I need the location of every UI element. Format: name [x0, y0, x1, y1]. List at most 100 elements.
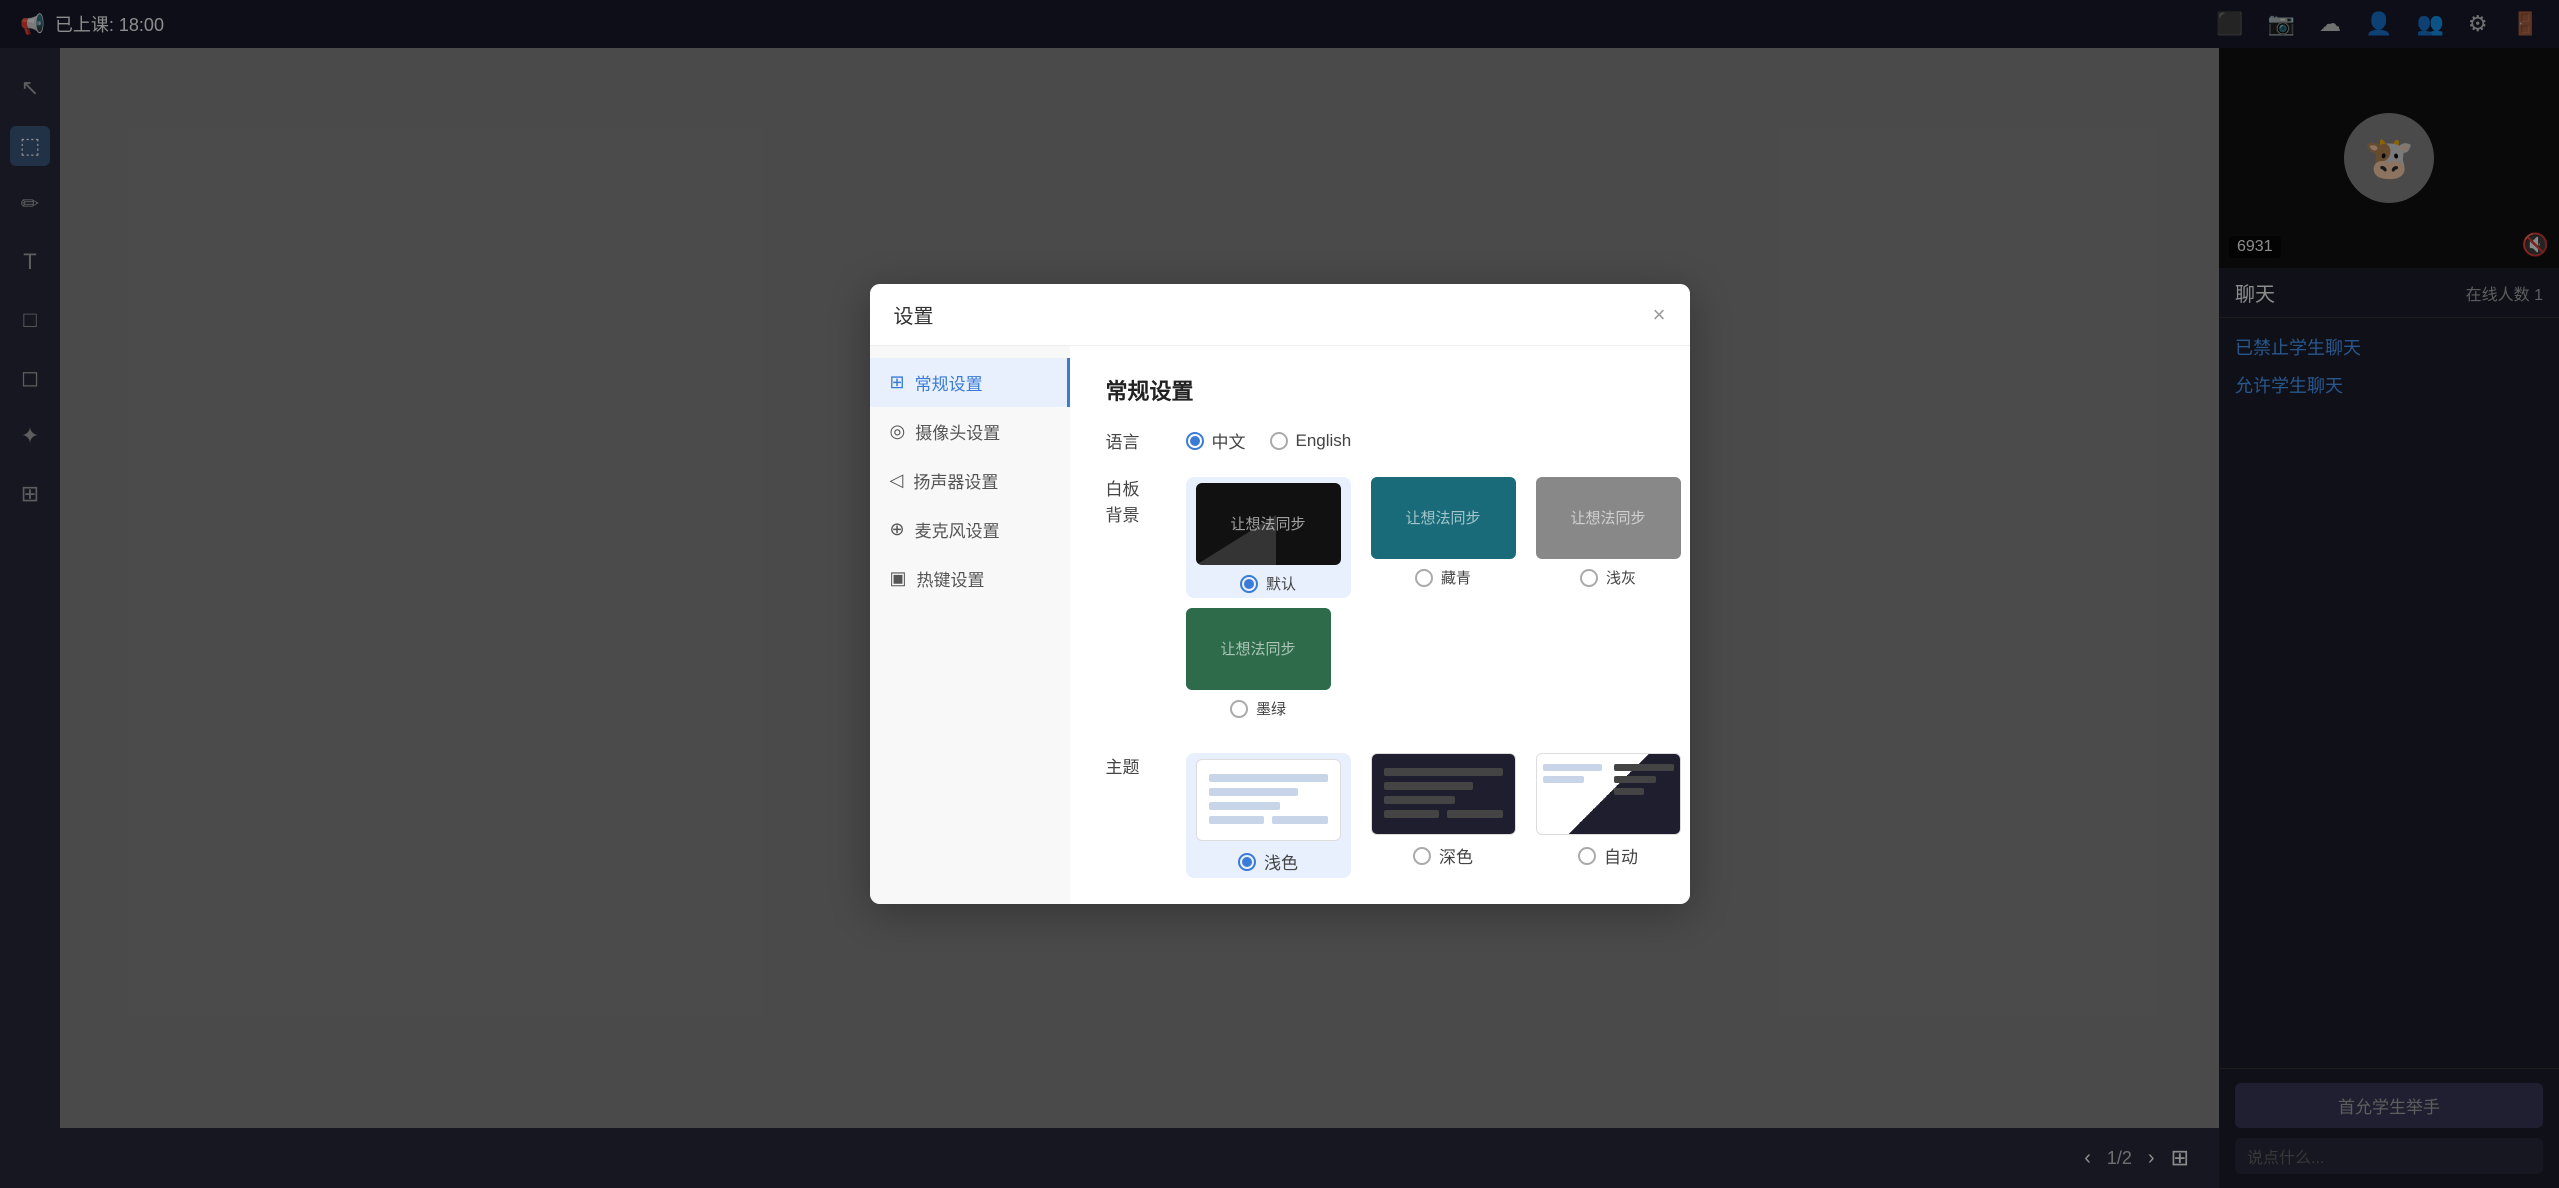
theme-line-pair-dark — [1384, 810, 1503, 818]
theme-lines-dark — [1372, 754, 1515, 832]
sidebar-label-camera: 摄像头设置 — [915, 419, 1000, 444]
sidebar-item-camera[interactable]: ◎ 摄像头设置 — [870, 407, 1070, 456]
theme-preview-auto — [1536, 753, 1681, 835]
general-icon: ⊞ — [890, 372, 905, 393]
language-en-radio[interactable] — [1270, 432, 1288, 450]
auto-line-1 — [1543, 764, 1603, 771]
theme-label-dark: 深色 — [1439, 843, 1473, 868]
bg-preview-lightgray-text: 让想法同步 — [1570, 508, 1645, 529]
language-en-label: English — [1296, 431, 1352, 451]
bg-label-green: 墨绿 — [1230, 698, 1286, 719]
modal-title: 设置 — [894, 300, 934, 329]
bg-radio-teal — [1415, 569, 1433, 587]
bg-preview-default-text: 让想法同步 — [1230, 514, 1305, 535]
language-en-option[interactable]: English — [1270, 431, 1352, 451]
speaker-icon: ◁ — [890, 470, 904, 491]
theme-line-pair — [1209, 816, 1328, 824]
auto-line-3 — [1614, 764, 1674, 771]
whiteboard-bg-row: 白板 背景 让想法同步 默认 — [1106, 477, 1654, 729]
theme-line-4b — [1272, 816, 1328, 824]
theme-line-d4b — [1447, 810, 1503, 818]
language-radio-group: 中文 English — [1186, 428, 1352, 453]
bg-radio-default — [1240, 575, 1258, 593]
modal-content: 常规设置 语言 中文 English — [1070, 346, 1690, 904]
language-setting-row: 语言 中文 English — [1106, 428, 1654, 453]
sidebar-label-hotkeys: 热键设置 — [917, 566, 985, 591]
section-title: 常规设置 — [1106, 374, 1654, 406]
modal-overlay: 设置 × ⊞ 常规设置 ◎ 摄像头设置 ◁ 扬声器设置 ⊕ — [0, 0, 2559, 1188]
theme-radio-btn-dark — [1413, 847, 1431, 865]
bg-label-default-text: 默认 — [1266, 573, 1296, 594]
theme-line-d4a — [1384, 810, 1440, 818]
bg-radio-lightgray — [1580, 569, 1598, 587]
modal-sidebar: ⊞ 常规设置 ◎ 摄像头设置 ◁ 扬声器设置 ⊕ 麦克风设置 ▣ 热键设置 — [870, 346, 1070, 904]
theme-radio-btn-light — [1238, 853, 1256, 871]
sidebar-label-microphone: 麦克风设置 — [915, 517, 1000, 542]
theme-radio-auto: 自动 — [1578, 843, 1638, 868]
bg-preview-teal: 让想法同步 — [1371, 477, 1516, 559]
theme-line-d3 — [1384, 796, 1455, 804]
theme-row: 主题 — [1106, 753, 1654, 878]
sidebar-item-general[interactable]: ⊞ 常规设置 — [870, 358, 1070, 407]
bg-preview-green-text: 让想法同步 — [1220, 639, 1295, 660]
modal-close-button[interactable]: × — [1653, 304, 1666, 326]
theme-radio-dark: 深色 — [1413, 843, 1473, 868]
language-label: 语言 — [1106, 428, 1166, 453]
bg-preview-teal-text: 让想法同步 — [1405, 508, 1480, 529]
theme-line-d1 — [1384, 768, 1503, 776]
bg-label-lightgray-text: 浅灰 — [1606, 567, 1636, 588]
auto-line-4 — [1614, 776, 1656, 783]
sidebar-item-hotkeys[interactable]: ▣ 热键设置 — [870, 554, 1070, 603]
theme-option-light[interactable]: 浅色 — [1186, 753, 1351, 878]
bg-preview-default: 让想法同步 — [1196, 483, 1341, 565]
bg-option-lightgray[interactable]: 让想法同步 浅灰 — [1536, 477, 1681, 598]
theme-radio-btn-auto — [1578, 847, 1596, 865]
bg-preview-green: 让想法同步 — [1186, 608, 1331, 690]
hotkeys-icon: ▣ — [890, 568, 907, 589]
language-zh-option[interactable]: 中文 — [1186, 428, 1246, 453]
bg-label-teal: 藏青 — [1415, 567, 1471, 588]
theme-line-d2 — [1384, 782, 1473, 790]
bg-label-green-text: 墨绿 — [1256, 698, 1286, 719]
theme-line-1 — [1209, 774, 1328, 782]
theme-radio-light: 浅色 — [1238, 849, 1298, 874]
bg-label-lightgray: 浅灰 — [1580, 567, 1636, 588]
theme-line-2 — [1209, 788, 1298, 796]
bg-radio-green — [1230, 700, 1248, 718]
theme-option-dark[interactable]: 深色 — [1371, 753, 1516, 878]
bg-option-teal[interactable]: 让想法同步 藏青 — [1371, 477, 1516, 598]
modal-header: 设置 × — [870, 284, 1690, 346]
camera-section-title: 摄像头设置 — [1106, 902, 1654, 904]
whiteboard-bg-label: 白板 背景 — [1106, 477, 1166, 528]
camera-icon: ◎ — [890, 421, 906, 442]
bg-option-default[interactable]: 让想法同步 默认 — [1186, 477, 1351, 598]
sidebar-item-speaker[interactable]: ◁ 扬声器设置 — [870, 456, 1070, 505]
bg-row-1: 让想法同步 默认 让想法同步 — [1186, 477, 1681, 598]
theme-auto-left — [1537, 754, 1609, 834]
settings-modal: 设置 × ⊞ 常规设置 ◎ 摄像头设置 ◁ 扬声器设置 ⊕ — [870, 284, 1690, 904]
modal-body: ⊞ 常规设置 ◎ 摄像头设置 ◁ 扬声器设置 ⊕ 麦克风设置 ▣ 热键设置 — [870, 346, 1690, 904]
theme-preview-light — [1196, 759, 1341, 841]
theme-option-auto[interactable]: 自动 — [1536, 753, 1681, 878]
bg-label-default: 默认 — [1240, 573, 1296, 594]
sidebar-item-microphone[interactable]: ⊕ 麦克风设置 — [870, 505, 1070, 554]
sidebar-label-general: 常规设置 — [915, 370, 983, 395]
theme-label-light: 浅色 — [1264, 849, 1298, 874]
bg-row-2: 让想法同步 墨绿 — [1186, 608, 1681, 719]
language-zh-label: 中文 — [1212, 428, 1246, 453]
theme-line-3 — [1209, 802, 1280, 810]
bg-label-teal-text: 藏青 — [1441, 567, 1471, 588]
theme-preview-dark — [1371, 753, 1516, 835]
whiteboard-bg-options: 让想法同步 默认 让想法同步 — [1186, 477, 1681, 729]
theme-label-auto: 自动 — [1604, 843, 1638, 868]
bg-option-green[interactable]: 让想法同步 墨绿 — [1186, 608, 1331, 719]
bg-preview-lightgray: 让想法同步 — [1536, 477, 1681, 559]
sidebar-label-speaker: 扬声器设置 — [913, 468, 998, 493]
language-zh-radio[interactable] — [1186, 432, 1204, 450]
theme-auto-right — [1608, 754, 1680, 834]
microphone-icon: ⊕ — [890, 519, 905, 540]
theme-line-4a — [1209, 816, 1265, 824]
theme-options: 浅色 — [1186, 753, 1681, 878]
theme-label: 主题 — [1106, 753, 1166, 778]
theme-lines-light — [1197, 760, 1340, 838]
